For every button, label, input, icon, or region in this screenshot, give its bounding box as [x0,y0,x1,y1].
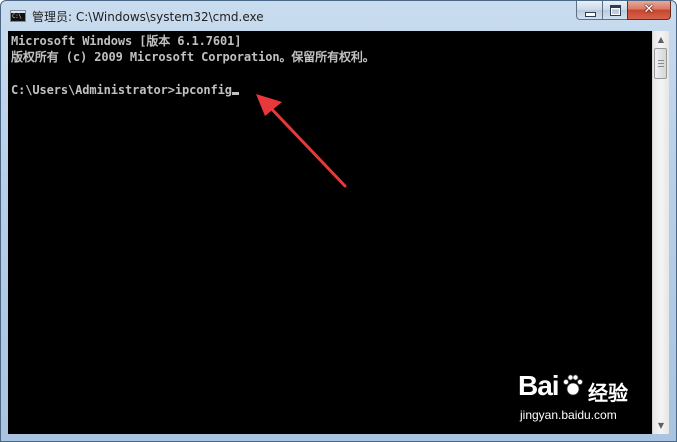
console-line-copyright: 版权所有 (c) 2009 Microsoft Corporation。保留所有… [11,50,375,64]
caption-buttons: ✕ [576,1,671,21]
scrollbar-thumb[interactable] [654,48,667,79]
console-output[interactable]: Microsoft Windows [版本 6.1.7601] 版权所有 (c)… [8,31,652,434]
close-icon: ✕ [643,2,655,17]
minimize-icon [585,12,596,17]
scroll-up-button[interactable]: ▲ [653,31,669,48]
cmd-window: C:\ 管理员: C:\Windows\system32\cmd.exe ✕ M… [0,0,677,442]
maximize-icon [610,5,621,16]
cmd-icon-glyph: C:\ [12,13,22,20]
text-cursor [231,92,239,95]
scroll-down-button[interactable]: ▼ [653,417,669,434]
close-button[interactable]: ✕ [627,1,671,20]
console-prompt-line[interactable]: C:\Users\Administrator>ipconfig [11,82,239,98]
console-prompt-command: C:\Users\Administrator>ipconfig [11,83,232,97]
vertical-scrollbar[interactable]: ▲ ▼ [652,31,669,434]
cmd-icon[interactable]: C:\ [10,10,26,22]
console-line-version: Microsoft Windows [版本 6.1.7601] [11,34,242,48]
maximize-button[interactable] [602,1,627,20]
chevron-down-icon: ▼ [657,421,665,430]
minimize-button[interactable] [576,1,602,20]
chevron-up-icon: ▲ [657,35,665,44]
window-title: 管理员: C:\Windows\system32\cmd.exe [32,10,264,24]
title-bar[interactable]: C:\ 管理员: C:\Windows\system32\cmd.exe ✕ [1,1,676,31]
